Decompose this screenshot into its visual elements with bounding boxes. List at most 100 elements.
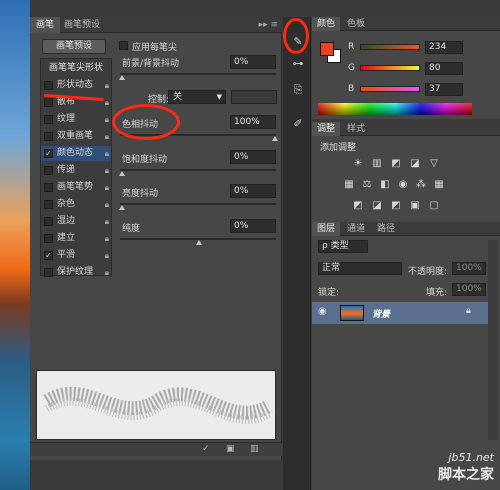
threshold-icon[interactable]: ◩ <box>390 200 402 212</box>
checkbox[interactable] <box>44 81 53 90</box>
color-balance-icon[interactable]: ⚖ <box>361 179 373 191</box>
trash-icon[interactable]: ▥ <box>250 444 259 454</box>
toggle-preview-icon[interactable]: ✓ <box>202 444 210 454</box>
new-preset-icon[interactable]: ▣ <box>226 444 235 454</box>
list-item-noise[interactable]: 杂色 🔒︎ <box>41 197 111 212</box>
lock-icon: 🔒︎ <box>104 268 109 277</box>
gradient-map-icon[interactable]: ▣ <box>409 200 421 212</box>
opacity-field[interactable]: 100% <box>452 262 486 275</box>
tab-styles[interactable]: 样式 <box>342 122 370 136</box>
brightness-jitter-label: 亮度抖动 <box>122 189 159 199</box>
control-dropdown[interactable]: 关 ▼ <box>168 90 226 104</box>
invert-icon[interactable]: ◩ <box>352 200 364 212</box>
checkbox[interactable] <box>44 217 53 226</box>
list-item-build-up[interactable]: 建立 🔒︎ <box>41 231 111 246</box>
tab-swatches[interactable]: 色板 <box>342 17 370 31</box>
lock-icon: 🔒︎ <box>104 166 109 175</box>
brightness-jitter-slider[interactable] <box>120 203 276 205</box>
list-item-protect-texture[interactable]: 保护纹理 🔒︎ <box>41 265 111 280</box>
checkbox[interactable] <box>44 200 53 209</box>
brightness-jitter-field[interactable]: 0% <box>230 184 276 198</box>
red-annotation-circle-hue <box>112 104 180 140</box>
layers-scrollbar[interactable] <box>488 240 498 440</box>
add-adjustment-title: 添加调整 <box>320 143 357 153</box>
list-item-color-dynamics[interactable]: ✓ 颜色动态 🔒︎ <box>41 146 111 161</box>
character-icon[interactable]: ✐ <box>291 117 305 131</box>
slider-knob[interactable] <box>119 205 125 210</box>
photo-filter-icon[interactable]: ◉ <box>397 179 409 191</box>
posterize-icon[interactable]: ◪ <box>371 200 383 212</box>
channel-r-slider[interactable] <box>360 44 420 50</box>
layer-name[interactable]: 背景 <box>372 307 390 320</box>
list-item-dual-brush[interactable]: 双重画笔 🔒︎ <box>41 129 111 144</box>
watermark-url: jb51.net <box>448 451 494 464</box>
hue-saturation-icon[interactable]: ▦ <box>343 179 355 191</box>
levels-icon[interactable]: ▥ <box>371 158 383 170</box>
purity-field[interactable]: 0% <box>230 219 276 233</box>
channel-g-field[interactable]: 80 <box>425 62 463 75</box>
checkbox[interactable] <box>44 166 53 175</box>
foreground-color-swatch[interactable] <box>320 42 334 56</box>
checkbox[interactable] <box>44 234 53 243</box>
selective-color-icon[interactable]: ▢ <box>428 200 440 212</box>
apply-each-tip-checkbox[interactable] <box>119 41 128 50</box>
eye-icon[interactable]: ◉ <box>318 306 327 317</box>
fg-bg-jitter-field[interactable]: 0% <box>230 55 276 69</box>
checkbox[interactable] <box>44 268 53 277</box>
slider-knob[interactable] <box>119 75 125 80</box>
channel-r-field[interactable]: 234 <box>425 41 463 54</box>
list-item-shape-dynamics[interactable]: 形状动态 🔒︎ <box>41 78 111 93</box>
lock-icon: 🔒︎ <box>104 81 109 90</box>
layer-row-background[interactable] <box>312 302 488 324</box>
tab-brush-presets[interactable]: 画笔预设 <box>58 17 106 33</box>
list-item-smoothing[interactable]: ✓ 平滑 🔒︎ <box>41 248 111 263</box>
tab-paths[interactable]: 路径 <box>372 222 400 236</box>
purity-label: 纯度 <box>122 224 141 234</box>
slider-knob[interactable] <box>119 171 125 176</box>
list-item-brush-pose[interactable]: 画笔笔势 🔒︎ <box>41 180 111 195</box>
adjustments-panel-tabbar: 调整 样式 <box>312 122 500 136</box>
checkbox[interactable] <box>44 98 53 107</box>
clone-source-icon[interactable]: ⎘ <box>291 83 305 97</box>
color-lookup-icon[interactable]: ▦ <box>433 179 445 191</box>
saturation-jitter-slider[interactable] <box>120 169 276 171</box>
channel-b-slider[interactable] <box>360 86 420 92</box>
channel-b-field[interactable]: 37 <box>425 83 463 96</box>
list-item-transfer[interactable]: 传递 🔒︎ <box>41 163 111 178</box>
list-item-texture[interactable]: 纹理 🔒︎ <box>41 112 111 127</box>
tab-color[interactable]: 颜色 <box>312 17 341 31</box>
hue-jitter-field[interactable]: 100% <box>230 115 276 129</box>
fg-bg-jitter-slider[interactable] <box>120 73 276 75</box>
color-spectrum-bar[interactable] <box>318 103 472 115</box>
fill-field[interactable]: 100% <box>452 283 486 296</box>
tab-layers[interactable]: 图层 <box>312 222 341 236</box>
tab-adjustments[interactable]: 调整 <box>312 122 341 136</box>
brightness-icon[interactable]: ☀ <box>352 158 364 170</box>
checkbox[interactable] <box>44 115 53 124</box>
vibrance-icon[interactable]: ▽ <box>428 158 440 170</box>
channel-g-slider[interactable] <box>360 65 420 71</box>
blend-mode-dropdown[interactable]: 正常 <box>318 262 402 275</box>
slider-knob[interactable] <box>272 136 278 141</box>
tab-brush[interactable]: 画笔 <box>30 17 61 33</box>
checkbox-checked[interactable]: ✓ <box>44 251 53 260</box>
channel-mixer-icon[interactable]: ⁂ <box>415 179 427 191</box>
checkbox-checked[interactable]: ✓ <box>44 149 53 158</box>
list-item-brush-tip-shape[interactable]: 画笔笔尖形状 <box>41 61 111 76</box>
brush-stroke-graphic <box>43 386 273 424</box>
list-item-wet-edges[interactable]: 湿边 🔒︎ <box>41 214 111 229</box>
curves-icon[interactable]: ◩ <box>390 158 402 170</box>
black-white-icon[interactable]: ◧ <box>379 179 391 191</box>
lock-label: 锁定: <box>318 288 340 298</box>
tab-channels[interactable]: 通道 <box>342 222 370 236</box>
checkbox[interactable] <box>44 183 53 192</box>
saturation-jitter-field[interactable]: 0% <box>230 150 276 164</box>
slider-knob[interactable] <box>196 240 202 245</box>
brush-presets-icon[interactable]: ⊶ <box>291 57 305 71</box>
exposure-icon[interactable]: ◪ <box>409 158 421 170</box>
panel-menu-icon[interactable]: ▸▸ ≡ <box>259 17 278 33</box>
control-extra-field <box>231 90 277 104</box>
checkbox[interactable] <box>44 132 53 141</box>
brush-presets-button[interactable]: 画笔预设 <box>42 39 106 54</box>
layer-kind-filter[interactable]: ρ 类型 <box>318 240 368 253</box>
